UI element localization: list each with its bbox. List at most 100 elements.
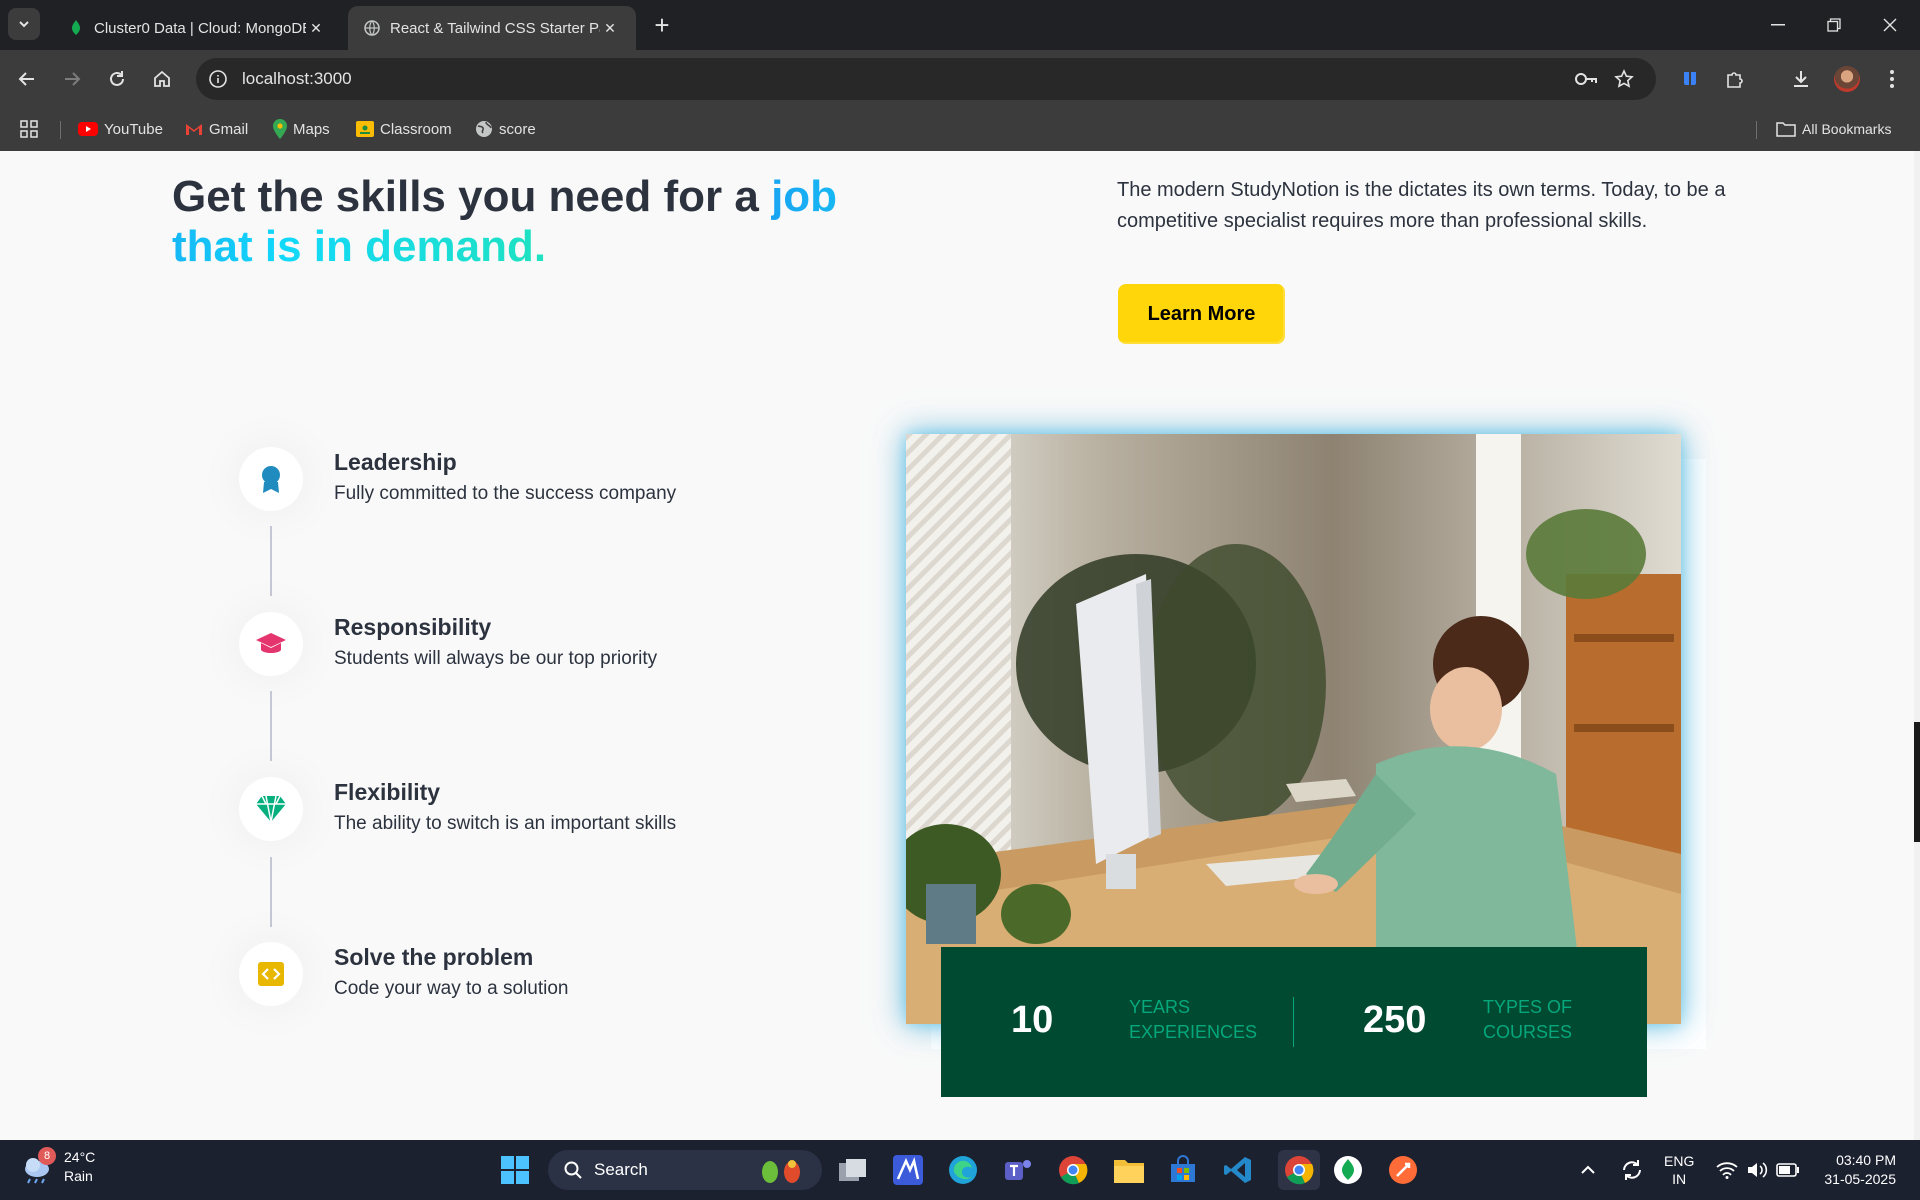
search-icon: [564, 1161, 582, 1179]
back-button[interactable]: [10, 62, 44, 96]
taskbar-app-copilot[interactable]: [893, 1150, 923, 1190]
apps-button[interactable]: [20, 116, 38, 142]
tab-strip: Cluster0 Data | Cloud: MongoDB ✕ React &…: [0, 0, 1920, 50]
sync-status-button[interactable]: [1620, 1150, 1644, 1190]
scrollbar-thumb[interactable]: [1914, 722, 1920, 842]
weather-widget[interactable]: 8 24°C Rain: [20, 1147, 95, 1186]
stat-label-line: COURSES: [1483, 1022, 1573, 1042]
taskbar-app-chrome[interactable]: [1058, 1150, 1088, 1190]
weather-desc: Rain: [64, 1168, 93, 1184]
site-info-icon[interactable]: [208, 69, 228, 89]
extensions-button[interactable]: [1718, 62, 1752, 96]
timeline-connector: [270, 526, 272, 596]
feature-title: Leadership: [334, 449, 457, 475]
reload-button[interactable]: [100, 62, 134, 96]
taskbar-app-task-view[interactable]: [838, 1150, 868, 1190]
all-bookmarks-button[interactable]: All Bookmarks: [1776, 116, 1891, 142]
stat-label: TYPES OF COURSES: [1483, 995, 1643, 1045]
tab-mongodb[interactable]: Cluster0 Data | Cloud: MongoDB ✕: [52, 6, 342, 50]
stat-label-line: TYPES OF: [1483, 997, 1573, 1017]
parrot-decoration-icon: [762, 1160, 800, 1183]
start-button[interactable]: [500, 1150, 530, 1190]
bookmark-score[interactable]: score: [475, 116, 536, 142]
extension-button[interactable]: [1673, 62, 1707, 96]
postman-icon: [1389, 1156, 1417, 1184]
taskbar-app-chrome-active[interactable]: [1278, 1150, 1320, 1190]
chrome-icon: [1285, 1156, 1314, 1185]
home-icon: [154, 70, 170, 87]
store-icon: [1171, 1155, 1195, 1182]
clock-date: 31-05-2025: [1824, 1171, 1896, 1187]
taskbar-app-mongodb-compass[interactable]: [1333, 1150, 1363, 1190]
bookmark-divider: [60, 121, 61, 139]
arrow-right-icon: [65, 72, 81, 86]
clock[interactable]: 03:40 PM 31-05-2025: [1816, 1151, 1896, 1189]
bookmark-label: All Bookmarks: [1802, 121, 1892, 137]
timeline-connector: [270, 691, 272, 761]
task-view-icon: [839, 1159, 866, 1181]
input-language[interactable]: ENG IN: [1664, 1152, 1694, 1188]
taskbar-search[interactable]: Search: [548, 1150, 822, 1190]
stat-label-line: YEARS: [1129, 997, 1191, 1017]
taskbar-app-store[interactable]: [1168, 1150, 1198, 1190]
close-icon[interactable]: ✕: [306, 18, 326, 38]
taskbar-app-edge[interactable]: [948, 1150, 978, 1190]
bookmark-youtube[interactable]: YouTube: [78, 116, 163, 142]
bookmark-label: Gmail: [209, 120, 249, 138]
stat-value: 250: [1363, 999, 1427, 1041]
chrome-menu-button[interactable]: [1875, 62, 1909, 96]
star-bookmark-icon[interactable]: [1614, 69, 1634, 89]
minimize-button[interactable]: [1750, 0, 1806, 50]
taskbar-app-vscode[interactable]: [1223, 1150, 1253, 1190]
show-hidden-icons-button[interactable]: [1580, 1150, 1596, 1190]
browser-chrome: Cluster0 Data | Cloud: MongoDB ✕ React &…: [0, 0, 1920, 151]
stat-label: YEARS EXPERIENCES: [1129, 995, 1289, 1045]
sync-icon: [1623, 1160, 1641, 1180]
region-code: IN: [1672, 1171, 1687, 1187]
mongodb-leaf-icon: [1334, 1156, 1362, 1184]
kebab-menu-icon: [1890, 70, 1894, 88]
feature-title: Flexibility: [334, 779, 441, 805]
feature-icon-badge: [239, 447, 303, 511]
bookmark-classroom[interactable]: Classroom: [356, 116, 452, 142]
hero-description: The modern StudyNotion is the dictates i…: [1117, 179, 1726, 232]
edge-icon: [949, 1156, 977, 1184]
profile-button[interactable]: [1830, 62, 1864, 96]
forward-button[interactable]: [55, 62, 89, 96]
address-bar[interactable]: localhost:3000: [196, 58, 1656, 100]
tab-search-button[interactable]: [8, 8, 40, 40]
new-tab-button[interactable]: +: [650, 10, 674, 40]
bookmark-maps[interactable]: Maps: [273, 116, 330, 142]
chevron-up-icon: [1581, 1165, 1595, 1174]
close-icon[interactable]: ✕: [600, 18, 620, 38]
hero-heading: Get the skills you need for a job that i…: [172, 172, 912, 272]
close-window-button[interactable]: [1862, 0, 1918, 50]
bookmark-gmail[interactable]: Gmail: [185, 116, 248, 142]
page-scrollbar[interactable]: [1914, 151, 1920, 1140]
home-button[interactable]: [145, 62, 179, 96]
taskbar-app-postman[interactable]: [1388, 1150, 1418, 1190]
feature-flexibility: Flexibility The ability to switch is an …: [239, 777, 839, 847]
feature-responsibility: Responsibility Students will always be o…: [239, 612, 839, 682]
timeline-connector: [270, 857, 272, 927]
arrow-left-icon: [18, 72, 34, 86]
learn-more-button[interactable]: Learn More: [1118, 284, 1285, 344]
battery-status[interactable]: [1776, 1150, 1800, 1190]
downloads-button[interactable]: [1784, 62, 1818, 96]
avatar: [1834, 66, 1860, 92]
feature-title: Solve the problem: [334, 944, 534, 970]
feature-subtitle: Fully committed to the success company: [334, 483, 677, 504]
restore-button[interactable]: [1806, 0, 1862, 50]
windows-logo-icon: [501, 1156, 529, 1184]
volume-status[interactable]: [1746, 1150, 1768, 1190]
tab-react-starter[interactable]: React & Tailwind CSS Starter Pack ✕: [348, 6, 636, 50]
clock-time: 03:40 PM: [1836, 1152, 1896, 1168]
close-icon: [1883, 18, 1897, 32]
taskbar-app-teams[interactable]: [1003, 1150, 1033, 1190]
app-icon: [893, 1155, 923, 1185]
folder-icon: [1776, 122, 1796, 137]
password-key-icon[interactable]: [1574, 70, 1598, 88]
taskbar-app-file-explorer[interactable]: [1113, 1150, 1145, 1190]
student-at-desk-photo: [906, 434, 1681, 1024]
wifi-status[interactable]: [1716, 1150, 1738, 1190]
